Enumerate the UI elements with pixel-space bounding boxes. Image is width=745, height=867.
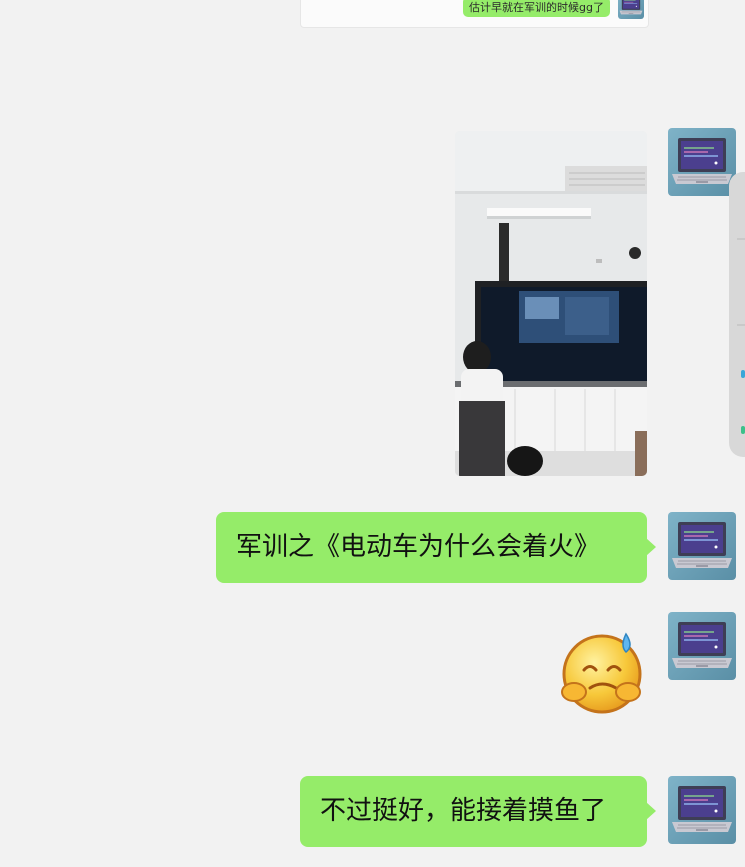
avatar[interactable] <box>668 512 736 580</box>
floating-side-panel[interactable] <box>729 172 745 457</box>
sticker-message[interactable] <box>556 630 648 714</box>
laptop-avatar-icon <box>618 0 644 19</box>
image-message[interactable] <box>455 131 647 476</box>
panel-indicator-icon <box>741 426 745 434</box>
quoted-message-card[interactable]: 估计早就在军训的时候gg了 <box>300 0 649 28</box>
laptop-avatar-icon <box>668 776 736 844</box>
laptop-avatar-icon <box>668 512 736 580</box>
message-bubble[interactable]: 军训之《电动车为什么会着火》 <box>216 512 656 583</box>
message-text: 军训之《电动车为什么会着火》 <box>236 532 601 562</box>
panel-indicator-icon <box>741 370 745 378</box>
message-text: 不过挺好，能接着摸鱼了 <box>320 796 607 826</box>
laptop-avatar-icon <box>668 612 736 680</box>
panel-divider <box>737 324 745 326</box>
laptop-avatar-icon <box>668 128 736 196</box>
quoted-message-text: 估计早就在军训的时候gg了 <box>463 0 610 17</box>
avatar[interactable] <box>668 612 736 680</box>
message-bubble[interactable]: 不过挺好，能接着摸鱼了 <box>300 776 656 847</box>
panel-divider <box>737 238 745 240</box>
avatar[interactable] <box>668 776 736 844</box>
sweat-smile-emoji-icon <box>561 632 642 714</box>
avatar <box>618 0 644 19</box>
avatar[interactable] <box>668 128 736 196</box>
classroom-photo <box>455 131 647 476</box>
